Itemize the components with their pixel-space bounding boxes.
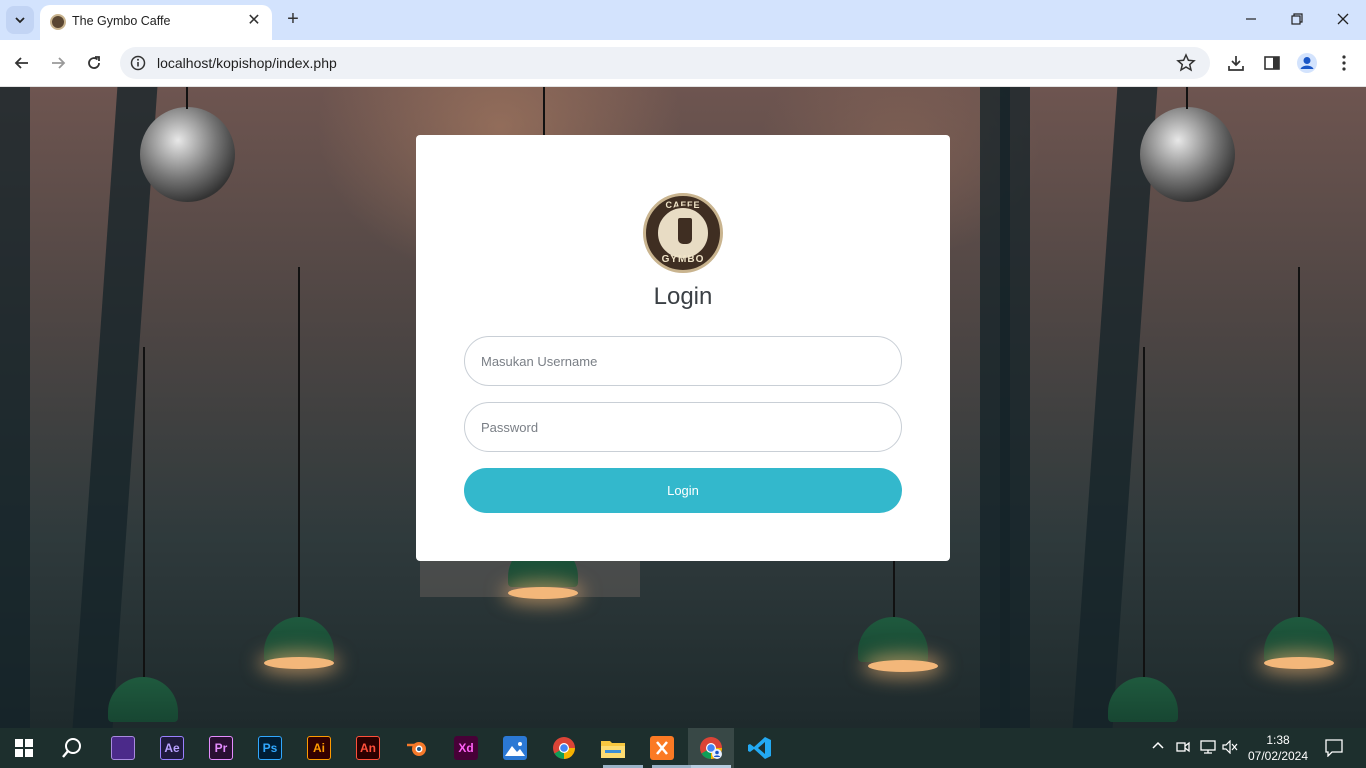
info-icon[interactable] xyxy=(130,55,146,71)
login-button[interactable]: Login xyxy=(464,468,902,513)
windows-taskbar: Ae Pr Ps Ai An Xd 1:38 07/02/2024 xyxy=(0,728,1366,768)
chevron-up-icon xyxy=(1152,741,1164,749)
side-panel-button[interactable] xyxy=(1261,52,1283,74)
back-button[interactable] xyxy=(10,51,34,75)
show-hidden-icons-button[interactable] xyxy=(1152,740,1164,755)
photoshop-icon[interactable]: Ps xyxy=(258,736,282,760)
notification-center-icon[interactable] xyxy=(1325,739,1343,760)
bookmark-star-icon[interactable] xyxy=(1176,53,1196,73)
download-button[interactable] xyxy=(1225,52,1247,74)
page-background: CAFFE GYMBO Login Login xyxy=(0,87,1366,728)
search-icon[interactable] xyxy=(60,736,84,760)
gymbo-caffe-logo: CAFFE GYMBO xyxy=(643,193,723,273)
xampp-icon[interactable] xyxy=(650,736,674,760)
download-icon xyxy=(1228,56,1244,71)
chrome-icon[interactable] xyxy=(552,736,576,760)
url-text[interactable]: localhost/kopishop/index.php xyxy=(157,55,337,71)
reload-icon xyxy=(88,56,100,69)
windows-start-icon[interactable] xyxy=(12,736,36,760)
chrome-profile-icon[interactable] xyxy=(699,736,723,760)
reload-button[interactable] xyxy=(82,51,106,75)
arrow-left-icon xyxy=(14,57,28,69)
animate-icon[interactable]: An xyxy=(356,736,380,760)
clock-date: 07/02/2024 xyxy=(1247,749,1309,763)
forward-button[interactable] xyxy=(46,51,70,75)
username-input[interactable] xyxy=(464,336,902,386)
new-tab-button[interactable]: + xyxy=(282,8,304,30)
logo-bottom-text: GYMBO xyxy=(661,254,705,265)
browser-toolbar: localhost/kopishop/index.php xyxy=(0,40,1366,87)
minimize-icon xyxy=(1246,18,1256,20)
blender-icon[interactable] xyxy=(405,736,429,760)
vscode-icon[interactable] xyxy=(748,736,772,760)
kdenlive-icon[interactable] xyxy=(111,736,135,760)
xd-icon[interactable]: Xd xyxy=(454,736,478,760)
after-effects-icon[interactable]: Ae xyxy=(160,736,184,760)
menu-button[interactable] xyxy=(1333,52,1355,74)
avatar-icon xyxy=(1297,53,1317,73)
profile-button[interactable] xyxy=(1296,52,1318,74)
tab-search-button[interactable] xyxy=(6,6,34,34)
logo-emblem xyxy=(656,206,710,260)
network-icon[interactable] xyxy=(1200,740,1216,757)
login-title: Login xyxy=(653,283,713,310)
close-window-button[interactable] xyxy=(1331,8,1355,32)
browser-tab-bar: The Gymbo Caffe ✕ + xyxy=(0,0,1366,40)
minimize-button[interactable] xyxy=(1239,8,1263,32)
tab-close-icon[interactable]: ✕ xyxy=(244,11,264,31)
more-vertical-icon xyxy=(1342,55,1346,71)
restore-icon xyxy=(1291,13,1303,25)
photos-icon[interactable] xyxy=(503,736,527,760)
cafe-background-image-repeat xyxy=(1000,87,1366,728)
arrow-right-icon xyxy=(52,57,66,69)
chevron-down-icon xyxy=(15,17,25,24)
volume-muted-icon[interactable] xyxy=(1222,739,1238,757)
side-panel-icon xyxy=(1264,56,1280,70)
clock-time: 1:38 xyxy=(1266,733,1290,747)
premiere-icon[interactable]: Pr xyxy=(209,736,233,760)
restore-button[interactable] xyxy=(1285,8,1309,32)
tab-favicon-icon xyxy=(50,14,66,30)
password-input[interactable] xyxy=(464,402,902,452)
login-card: CAFFE GYMBO Login Login xyxy=(416,135,950,561)
coffee-cup-icon xyxy=(678,218,692,244)
illustrator-icon[interactable]: Ai xyxy=(307,736,331,760)
meet-now-icon[interactable] xyxy=(1176,740,1190,757)
file-explorer-icon[interactable] xyxy=(601,736,625,760)
close-icon xyxy=(1337,13,1349,25)
browser-tab[interactable]: The Gymbo Caffe ✕ xyxy=(40,5,272,40)
address-bar[interactable]: localhost/kopishop/index.php xyxy=(120,47,1210,79)
system-clock[interactable]: 1:38 07/02/2024 xyxy=(1240,732,1316,764)
tab-title: The Gymbo Caffe xyxy=(72,14,171,28)
